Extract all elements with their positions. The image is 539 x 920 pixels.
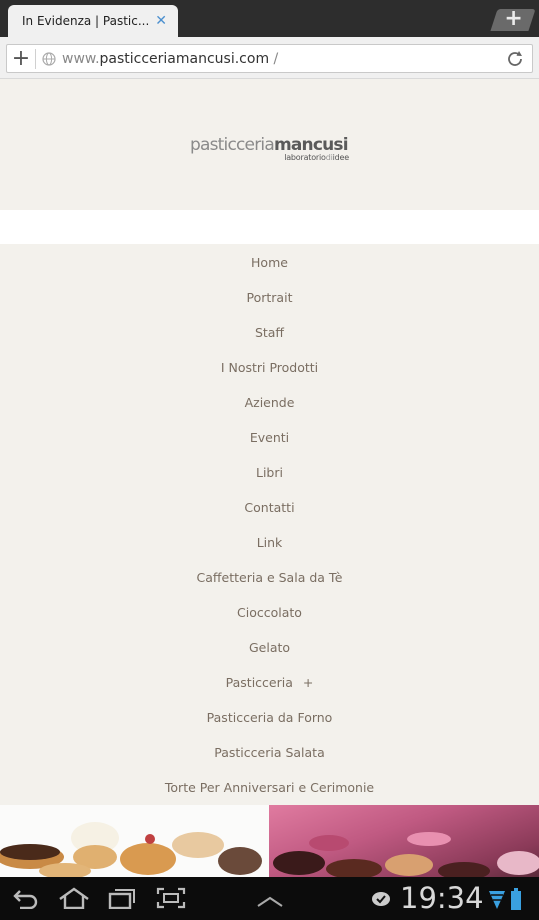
- menu-item-prodotti[interactable]: I Nostri Prodotti: [0, 350, 539, 385]
- url-path: /: [269, 50, 279, 67]
- menu-item-pasticceria-salata[interactable]: Pasticceria Salata: [0, 735, 539, 770]
- menu-item-torte[interactable]: Torte Per Anniversari e Cerimonie: [0, 770, 539, 805]
- featured-images: [0, 805, 539, 877]
- menu-item-label: Pasticceria Salata: [214, 745, 325, 760]
- back-icon[interactable]: [12, 887, 40, 913]
- logo-tagline-b: di: [325, 153, 333, 162]
- url-field[interactable]: + www.pasticceriamancusi.com /: [6, 44, 533, 73]
- address-bar: + www.pasticceriamancusi.com /: [0, 37, 539, 79]
- menu-item-label: Libri: [256, 465, 283, 480]
- new-tab-plus-icon: +: [504, 6, 523, 31]
- menu-up-icon[interactable]: [256, 893, 284, 912]
- menu-item-label: Home: [251, 255, 288, 270]
- logo-tagline: laboratoriodiidee: [190, 154, 349, 162]
- menu-item-cioccolato[interactable]: Cioccolato: [0, 595, 539, 630]
- logo-wordmark: pasticceriamancusi: [190, 136, 355, 154]
- main-menu: Home Portrait Staff I Nostri Prodotti Az…: [0, 244, 539, 805]
- menu-item-staff[interactable]: Staff: [0, 315, 539, 350]
- pastries-image[interactable]: [0, 805, 269, 877]
- battery-icon: [511, 888, 521, 914]
- browser-tab[interactable]: In Evidenza | Pastic... ✕: [8, 5, 178, 37]
- logo-tagline-a: laboratorio: [284, 153, 326, 162]
- url-prefix: www.: [62, 50, 100, 67]
- menu-item-contatti[interactable]: Contatti: [0, 490, 539, 525]
- logo-bold-text: mancusi: [273, 135, 349, 155]
- new-tab-button[interactable]: +: [490, 6, 536, 31]
- tab-strip: In Evidenza | Pastic... ✕ +: [0, 0, 539, 37]
- globe-icon: [36, 51, 62, 66]
- menu-item-label: Link: [256, 535, 283, 550]
- url-text[interactable]: www.pasticceriamancusi.com /: [62, 51, 278, 67]
- logo-light-text: pasticceria: [190, 135, 275, 155]
- menu-item-label: Cioccolato: [237, 605, 302, 620]
- menu-item-aziende[interactable]: Aziende: [0, 385, 539, 420]
- site-logo[interactable]: pasticceriamancusi laboratoriodiidee: [190, 136, 355, 162]
- notification-icon[interactable]: [371, 891, 391, 911]
- logo-tagline-c: idee: [332, 153, 350, 162]
- menu-item-label: Eventi: [249, 430, 290, 445]
- menu-item-label: Torte Per Anniversari e Cerimonie: [164, 780, 375, 795]
- menu-item-pasticceria-forno[interactable]: Pasticceria da Forno: [0, 700, 539, 735]
- menu-item-gelato[interactable]: Gelato: [0, 630, 539, 665]
- menu-item-label: Pasticceria: [225, 675, 293, 690]
- wifi-icon: [488, 889, 506, 913]
- menu-item-home[interactable]: Home: [0, 245, 539, 280]
- web-page: pasticceriamancusi laboratoriodiidee Hom…: [0, 80, 539, 877]
- reload-icon[interactable]: [504, 48, 526, 70]
- menu-item-label: Portrait: [246, 290, 293, 305]
- menu-item-libri[interactable]: Libri: [0, 455, 539, 490]
- screenshot-icon[interactable]: [156, 887, 186, 913]
- menu-item-label: Contatti: [244, 500, 295, 515]
- menu-item-eventi[interactable]: Eventi: [0, 420, 539, 455]
- menu-item-label: Pasticceria da Forno: [206, 710, 333, 725]
- site-header: pasticceriamancusi laboratoriodiidee: [0, 80, 539, 210]
- menu-item-portrait[interactable]: Portrait: [0, 280, 539, 315]
- menu-item-caffetteria[interactable]: Caffetteria e Sala da Tè: [0, 560, 539, 595]
- menu-item-label: Caffetteria e Sala da Tè: [196, 570, 343, 585]
- menu-item-label: Staff: [254, 325, 285, 340]
- expand-plus-icon[interactable]: +: [303, 675, 313, 690]
- recent-apps-icon[interactable]: [108, 887, 136, 913]
- tab-title: In Evidenza | Pastic...: [22, 14, 150, 28]
- add-bookmark-icon[interactable]: +: [7, 47, 35, 70]
- system-navigation-bar: 19:34: [0, 877, 539, 920]
- close-icon[interactable]: ✕: [155, 14, 167, 28]
- menu-item-pasticceria[interactable]: Pasticceria +: [0, 665, 539, 700]
- menu-item-label: Gelato: [248, 640, 291, 655]
- chocolates-image[interactable]: [269, 805, 539, 877]
- menu-item-link[interactable]: Link: [0, 525, 539, 560]
- home-icon[interactable]: [58, 887, 90, 913]
- menu-item-label: I Nostri Prodotti: [220, 360, 319, 375]
- clock: 19:34: [400, 881, 484, 915]
- menu-item-label: Aziende: [244, 395, 295, 410]
- url-host: pasticceriamancusi.com: [99, 50, 270, 67]
- header-divider-band: [0, 210, 539, 244]
